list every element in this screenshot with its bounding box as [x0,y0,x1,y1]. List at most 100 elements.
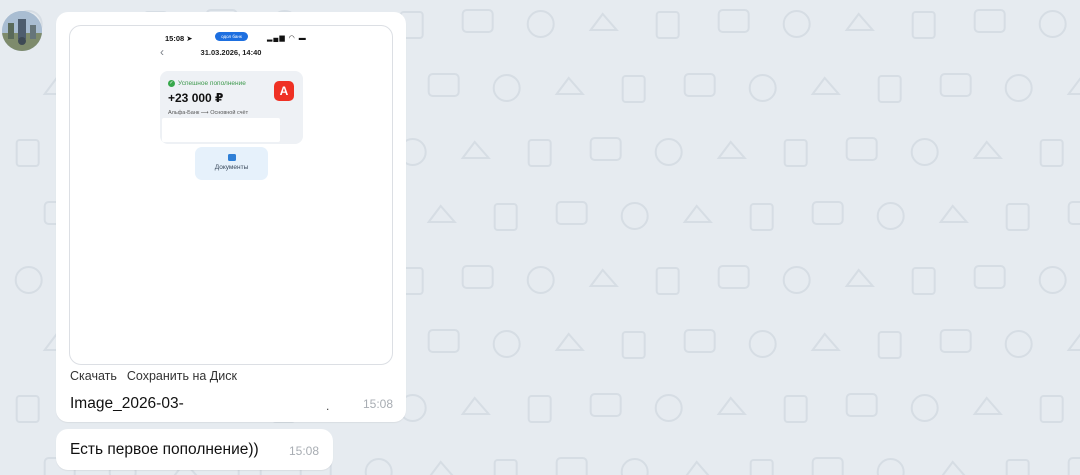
wallpaper-doodle [493,459,518,475]
wallpaper-doodle [654,394,683,422]
wallpaper-doodle [973,265,1006,289]
wallpaper-doodle [460,396,491,415]
wallpaper-doodle [461,265,494,289]
file-name[interactable]: Image_2026-03- [70,395,184,413]
text-message-bubble: Есть первое пополнение)) 15:08 [56,429,333,470]
wallpaper-doodle [429,460,454,475]
transaction-card: ✓ Успешное пополнение +23 000 ₽ Альфа-Ба… [160,71,303,144]
wallpaper-doodle [910,138,939,166]
wallpaper-doodle [554,76,585,95]
signal-wifi-battery-icon: ▂▄▆ ◠ ▬ [267,35,307,42]
image-message-bubble: 15:08 ➤ одол банк ▂▄▆ ◠ ▬ ‹ 31.03.2026, … [56,12,406,422]
wallpaper-doodle [654,138,683,166]
transaction-date: 31.03.2026, 14:40 [200,48,262,57]
wallpaper-doodle [589,393,622,417]
transaction-route: Альфа-Банк ⟶ Основной счёт [168,110,249,116]
wallpaper-doodle [910,394,939,422]
sender-avatar[interactable] [2,11,42,51]
wallpaper-doodle [938,204,969,223]
wallpaper-doodle [876,202,905,230]
wallpaper-doodle [1038,10,1067,38]
wallpaper-doodle [1066,333,1080,351]
wallpaper-doodle [460,140,491,159]
wallpaper-doodle [1067,457,1080,475]
status-pill: одол банк [215,32,248,41]
wallpaper-doodle [1005,203,1030,231]
wallpaper-doodle [1039,139,1064,167]
wallpaper-doodle [493,203,518,231]
wallpaper-doodle [845,137,878,161]
wallpaper-doodle [939,329,972,353]
wallpaper-doodle [492,74,521,102]
phone-status-bar: 15:08 ➤ одол банк ▂▄▆ ◠ ▬ [70,32,392,46]
message-time: 15:08 [289,444,320,458]
wallpaper-doodle [782,10,811,38]
wallpaper-doodle [620,458,649,475]
wallpaper-doodle [811,201,844,225]
wallpaper-doodle [811,457,844,475]
wallpaper-doodle [716,396,747,415]
wallpaper-doodle [717,9,750,33]
transaction-status: ✓ Успешное пополнение [168,80,246,87]
wallpaper-doodle [911,11,936,39]
wallpaper-doodle [748,330,777,358]
wallpaper-doodle [876,458,905,475]
wallpaper-doodle [427,73,460,97]
wallpaper-doodle [588,12,619,31]
wallpaper-doodle [911,267,936,295]
transaction-details-area [162,118,280,142]
wallpaper-doodle [461,9,494,33]
status-time: 15:08 ➤ [165,34,193,43]
wallpaper-doodle [877,331,902,359]
wallpaper-doodle [1039,395,1064,423]
wallpaper-doodle [1066,77,1080,95]
wallpaper-doodle [15,395,40,423]
wallpaper-doodle [15,139,40,167]
redaction-dot: . [326,399,330,413]
wallpaper-doodle [1067,201,1080,225]
wallpaper-doodle [620,202,649,230]
wallpaper-doodle [972,140,1003,159]
download-link[interactable]: Скачать [70,369,117,383]
wallpaper-doodle [810,76,841,95]
wallpaper-doodle [364,458,393,475]
wallpaper-doodle [810,332,841,351]
wallpaper-doodle [621,331,646,359]
wallpaper-doodle [655,267,680,295]
wallpaper-doodle [749,203,774,231]
wallpaper-doodle [1038,266,1067,294]
wallpaper-doodle [14,266,43,294]
check-circle-icon: ✓ [168,80,175,87]
wallpaper-doodle [844,268,875,287]
save-to-disk-link[interactable]: Сохранить на Диск [127,369,237,383]
wallpaper-doodle [877,75,902,103]
documents-button: Документы [195,147,268,180]
wallpaper-doodle [555,201,588,225]
wallpaper-doodle [717,265,750,289]
wallpaper-doodle [1005,459,1030,475]
wallpaper-doodle [589,137,622,161]
image-preview[interactable]: 15:08 ➤ одол банк ▂▄▆ ◠ ▬ ‹ 31.03.2026, … [69,25,393,365]
redacted-area: . [195,393,340,417]
wallpaper-doodle [526,266,555,294]
wallpaper-doodle [554,332,585,351]
wallpaper-doodle [655,11,680,39]
wallpaper-doodle [1004,74,1033,102]
wallpaper-doodle [748,74,777,102]
wallpaper-doodle [782,266,811,294]
message-text: Есть первое пополнение)) [70,441,259,458]
wallpaper-doodle [749,459,774,475]
wallpaper-doodle [683,329,716,353]
wallpaper-doodle [941,460,966,475]
wallpaper-doodle [783,139,808,167]
wallpaper-doodle [685,460,710,475]
wallpaper-doodle [683,73,716,97]
wallpaper-doodle [845,393,878,417]
documents-label: Документы [214,164,249,171]
document-icon [227,154,236,161]
message-time: 15:08 [363,397,394,411]
transaction-amount: +23 000 ₽ [168,91,224,105]
wallpaper-doodle [682,204,713,223]
wallpaper-doodle [973,9,1006,33]
transaction-status-label: Успешное пополнение [178,80,246,87]
